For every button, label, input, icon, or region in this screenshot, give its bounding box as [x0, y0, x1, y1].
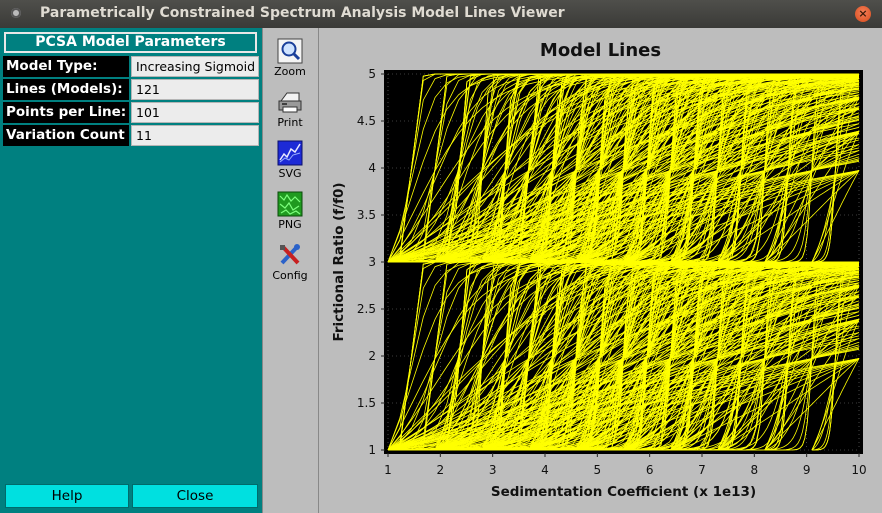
plot-toolbar: Zoom Print SVG PNG Config: [263, 28, 317, 513]
png-label: PNG: [278, 218, 302, 231]
svg-export-button[interactable]: SVG: [267, 136, 313, 184]
x-tick-label: 5: [594, 463, 602, 477]
panel-header: PCSA Model Parameters: [4, 32, 257, 53]
x-tick-label: 1: [384, 463, 392, 477]
zoom-button[interactable]: Zoom: [267, 34, 313, 82]
y-tick-label: 4: [368, 161, 376, 175]
app-window: Parametrically Constrained Spectrum Anal…: [0, 0, 882, 513]
x-axis-label: Sedimentation Coefficient (x 1e13): [491, 484, 756, 500]
x-tick-label: 6: [646, 463, 654, 477]
param-row-variation: Variation Count 11: [3, 125, 259, 146]
x-tick-label: 10: [851, 463, 866, 477]
x-tick-label: 9: [803, 463, 811, 477]
zoom-label: Zoom: [274, 65, 306, 78]
x-tick-label: 8: [751, 463, 759, 477]
window-close-button[interactable]: ×: [855, 6, 871, 22]
param-label: Model Type:: [3, 56, 129, 77]
y-tick-label: 1: [368, 443, 376, 457]
param-row-points: Points per Line: 101: [3, 102, 259, 123]
param-row-model-type: Model Type: Increasing Sigmoid: [3, 56, 259, 77]
zoom-icon: [277, 38, 303, 64]
y-axis-ticks: 1 1.5 2 2.5 3 3.5 4 4.5 5: [357, 67, 385, 457]
model-type-field[interactable]: Increasing Sigmoid: [131, 56, 259, 77]
y-tick-label: 3: [368, 255, 376, 269]
y-tick-label: 2: [368, 349, 376, 363]
variation-count-field[interactable]: 11: [131, 125, 259, 146]
y-tick-label: 1.5: [357, 396, 376, 410]
x-tick-label: 7: [698, 463, 706, 477]
lines-models-field[interactable]: 121: [131, 79, 259, 100]
parameters-panel: PCSA Model Parameters Model Type: Increa…: [0, 28, 262, 513]
x-tick-label: 4: [541, 463, 549, 477]
printer-icon: [278, 92, 302, 113]
model-lines-chart[interactable]: 1 2 3 4 5 6 7 8 9 10 1 1.5 2 2.5 3 3.5 4 4.5 5 Sedimentat…: [319, 28, 882, 513]
print-label: Print: [277, 116, 303, 129]
x-tick-label: 3: [489, 463, 497, 477]
close-button[interactable]: Close: [132, 484, 258, 508]
y-tick-label: 4.5: [357, 114, 376, 128]
param-label: Lines (Models):: [3, 79, 129, 100]
y-axis-label: Frictional Ratio (f/f0): [331, 182, 347, 341]
window-menu-icon[interactable]: [11, 8, 21, 18]
param-label: Variation Count: [3, 125, 129, 146]
help-button[interactable]: Help: [5, 484, 129, 508]
x-tick-label: 2: [437, 463, 445, 477]
param-row-lines: Lines (Models): 121: [3, 79, 259, 100]
config-label: Config: [272, 269, 308, 282]
config-button[interactable]: Config: [267, 238, 313, 286]
y-tick-label: 5: [368, 67, 376, 81]
png-icon: [277, 191, 303, 217]
png-export-button[interactable]: PNG: [267, 187, 313, 235]
svg-icon: [277, 140, 303, 166]
y-tick-label: 3.5: [357, 208, 376, 222]
y-tick-label: 2.5: [357, 302, 376, 316]
print-button[interactable]: Print: [267, 85, 313, 133]
points-per-line-field[interactable]: 101: [131, 102, 259, 123]
config-tools-icon: [280, 244, 300, 265]
param-label: Points per Line:: [3, 102, 129, 123]
window-title: Parametrically Constrained Spectrum Anal…: [40, 5, 565, 21]
x-axis-ticks: 1 2 3 4 5 6 7 8 9 10: [384, 453, 867, 477]
svg-label: SVG: [278, 167, 302, 180]
title-bar: Parametrically Constrained Spectrum Anal…: [0, 0, 882, 28]
